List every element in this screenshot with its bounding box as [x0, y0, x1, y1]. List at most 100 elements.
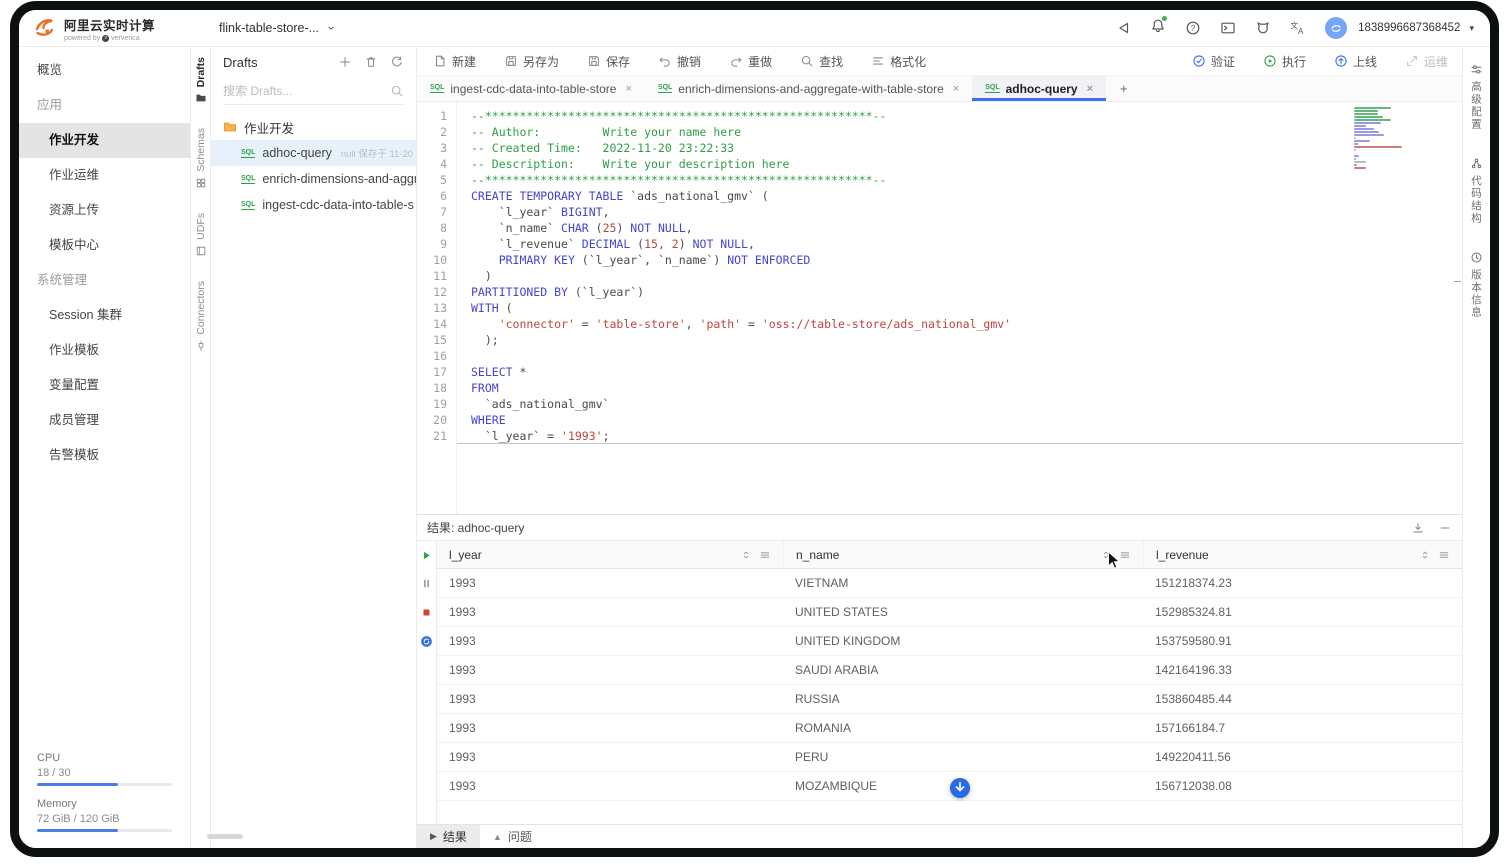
sidebar-item-概览[interactable]: 概览	[19, 53, 190, 88]
table-row[interactable]: 1993 RUSSIA 153860485.44	[437, 685, 1462, 714]
code-line: SELECT *	[471, 365, 527, 379]
memory-gauge	[37, 829, 172, 832]
查找-button[interactable]: 查找	[800, 53, 843, 70]
new-tab-button[interactable]: +	[1106, 76, 1142, 101]
rail-tab-label: Connectors	[194, 280, 207, 335]
sql-editor[interactable]: 1 2 3 4 5 6 7 8 9 10 11 12 13 14 15 16 17 18 19 20 21 --****…	[417, 102, 1462, 514]
table-row[interactable]: 1993 ROMANIA 157166184.7	[437, 714, 1462, 743]
sidebar-item-作业模板[interactable]: 作业模板	[19, 333, 190, 368]
drafts-search-input[interactable]	[223, 83, 390, 98]
download-results-icon[interactable]	[1411, 521, 1425, 535]
resume-results-button[interactable]	[420, 541, 433, 569]
sidebar-item-告警模板[interactable]: 告警模板	[19, 438, 190, 473]
table-cell: UNITED KINGDOM	[795, 634, 901, 648]
draft-item-meta: null 保存于 11-20	[340, 149, 414, 160]
close-tab-icon[interactable]: ×	[1087, 83, 1093, 95]
保存-button[interactable]: 保存	[587, 53, 630, 70]
auto-refresh-button[interactable]	[420, 627, 433, 656]
sidebar-item-应用: 应用	[37, 98, 63, 112]
announcement-icon[interactable]	[1115, 20, 1131, 36]
rail-tab-schemas[interactable]: Schemas	[195, 128, 207, 189]
close-tab-icon[interactable]: ×	[953, 83, 959, 95]
执行-button[interactable]: 执行	[1263, 53, 1306, 70]
editor-tab-enrich-dimensions-and-aggregate-with-table-store[interactable]: SQL enrich-dimensions-and-aggregate-with-…	[645, 76, 972, 101]
code-line: 'connector' = 'table-store', 'path' = 'o…	[498, 317, 1012, 331]
column-header-n_name[interactable]: n_name	[783, 541, 1143, 568]
格式化-button[interactable]: 格式化	[871, 53, 926, 70]
另存为-button[interactable]: 另存为	[504, 53, 559, 70]
toolbar-button-label: 另存为	[523, 54, 560, 69]
refresh-drafts-icon[interactable]	[390, 55, 404, 69]
editor-tab-adhoc-query[interactable]: SQL adhoc-query ×	[972, 76, 1107, 101]
sidebar-item-模板中心[interactable]: 模板中心	[19, 228, 190, 263]
sidebar-item-成员管理[interactable]: 成员管理	[19, 403, 190, 438]
column-header-l_year[interactable]: l_year	[437, 541, 783, 568]
column-header-l_revenue[interactable]: l_revenue	[1143, 541, 1462, 568]
language-icon[interactable]: 文A	[1290, 20, 1306, 36]
notifications-button[interactable]	[1150, 14, 1169, 39]
user-menu-caret-icon[interactable]: ▾	[1469, 23, 1474, 34]
pause-results-button[interactable]	[420, 569, 433, 598]
draft-item[interactable]: SQL ingest-cdc-data-into-table-s	[211, 192, 416, 218]
table-row[interactable]: 1993 SAUDI ARABIA 142164196.33	[437, 656, 1462, 685]
scroll-to-bottom-button[interactable]	[949, 777, 971, 799]
sort-icon[interactable]	[1419, 549, 1431, 561]
drafts-hscrollbar[interactable]	[207, 834, 243, 839]
sql-file-icon: SQL	[985, 84, 1000, 93]
table-row[interactable]: 1993 UNITED KINGDOM 153759580.91	[437, 627, 1462, 656]
rail-tab-connectors[interactable]: Connectors	[195, 281, 207, 352]
撤销-button[interactable]: 撤销	[658, 53, 701, 70]
sidebar-item-作业开发[interactable]: 作业开发	[19, 123, 190, 158]
delete-draft-icon[interactable]	[364, 55, 378, 69]
right-rail-tab-代码结构[interactable]: 代码结构	[1469, 157, 1484, 225]
table-row[interactable]: 1993 UNITED STATES 152985324.81	[437, 598, 1462, 627]
editor-tab-ingest-cdc-data-into-table-store[interactable]: SQL ingest-cdc-data-into-table-store ×	[417, 76, 645, 101]
新建-button[interactable]: 新建	[433, 53, 476, 70]
community-icon[interactable]	[1255, 20, 1271, 36]
right-rail-tab-高级配置[interactable]: 高级配置	[1469, 63, 1484, 131]
panel-rail: Drafts Schemas UDFs Connectors	[191, 47, 211, 848]
new-draft-icon[interactable]	[338, 55, 352, 69]
editor-toolbar: 新建 另存为 保存 撤销 重做 查找 格式化 验证 执行 上线 运维	[417, 47, 1462, 75]
column-menu-icon[interactable]	[1438, 549, 1450, 561]
help-icon[interactable]: ?	[1185, 20, 1201, 36]
验证-button[interactable]: 验证	[1192, 53, 1235, 70]
sidebar-item-Session 集群[interactable]: Session 集群	[19, 298, 190, 333]
draft-item[interactable]: SQL adhoc-query null 保存于 11-20	[211, 140, 416, 166]
table-row[interactable]: 1993 PERU 149220411.56	[437, 743, 1462, 772]
上线-button[interactable]: 上线	[1334, 53, 1377, 70]
sidebar-item-作业运维[interactable]: 作业运维	[19, 158, 190, 193]
draft-item[interactable]: SQL enrich-dimensions-and-aggr	[211, 166, 416, 192]
sort-icon[interactable]	[740, 549, 752, 561]
collapse-results-icon[interactable]	[1438, 521, 1452, 535]
user-id[interactable]: 1838996687368452	[1358, 22, 1460, 34]
editor-code[interactable]: --**************************************…	[457, 102, 1462, 514]
table-row[interactable]: 1993 VIETNAM 151218374.23	[437, 569, 1462, 598]
sidebar-item-资源上传[interactable]: 资源上传	[19, 193, 190, 228]
editor-minimap[interactable]	[1354, 107, 1432, 170]
stop-results-button[interactable]	[420, 598, 433, 627]
results-controls	[417, 541, 437, 824]
close-tab-icon[interactable]: ×	[625, 83, 631, 95]
auto-refresh-icon	[420, 635, 433, 648]
console-icon[interactable]	[1220, 20, 1236, 36]
table-cell: PERU	[795, 750, 829, 764]
line-number: 11	[433, 269, 447, 283]
重做-button[interactable]: 重做	[729, 53, 772, 70]
search-icon[interactable]	[390, 84, 404, 98]
panel-collapse-handle[interactable]: –	[1454, 274, 1461, 288]
bottom-tab-结果[interactable]: ▶ 结果	[417, 825, 480, 848]
column-menu-icon[interactable]	[759, 549, 771, 561]
sidebar-item-变量配置[interactable]: 变量配置	[19, 368, 190, 403]
drafts-folder-label: 作业开发	[244, 121, 295, 136]
table-cell: 152985324.81	[1155, 605, 1232, 619]
right-rail-tab-版本信息[interactable]: 版本信息	[1469, 251, 1484, 319]
bottom-tab-问题[interactable]: ▲ 问题	[480, 825, 545, 848]
column-label: l_revenue	[1156, 547, 1209, 562]
rail-tab-udfs[interactable]: UDFs	[195, 213, 207, 257]
topbar: 阿里云实时计算 powered by v ververica flink-tab…	[19, 10, 1490, 47]
rail-tab-drafts[interactable]: Drafts	[195, 57, 207, 104]
user-avatar[interactable]	[1325, 17, 1348, 39]
drafts-folder[interactable]: 作业开发	[211, 114, 416, 140]
workspace-selector[interactable]: flink-table-store-...	[219, 21, 336, 35]
